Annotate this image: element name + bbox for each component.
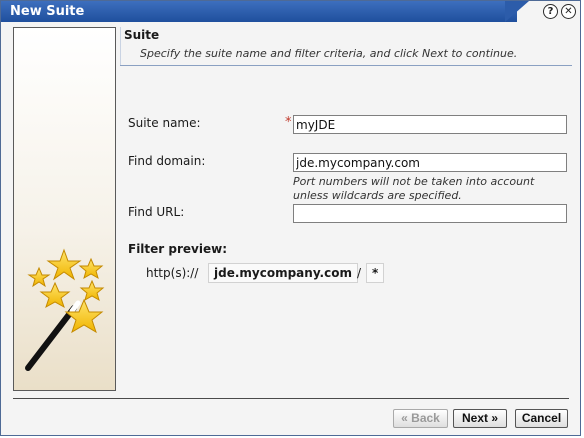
domain-hint: Port numbers will not be taken into acco… xyxy=(293,175,534,203)
find-domain-label: Find domain: xyxy=(128,154,206,168)
domain-hint-line-2: unless wildcards are specified. xyxy=(293,189,462,202)
suite-name-input[interactable] xyxy=(293,115,567,134)
find-url-input[interactable] xyxy=(293,204,567,223)
filter-preview-domain: jde.mycompany.com xyxy=(208,263,358,283)
find-domain-input[interactable] xyxy=(293,153,567,172)
wizard-sidebar xyxy=(13,27,116,391)
footer-divider xyxy=(13,398,569,399)
help-icon[interactable]: ? xyxy=(543,4,558,19)
window-title: New Suite xyxy=(10,4,85,19)
domain-hint-line-1: Port numbers will not be taken into acco… xyxy=(293,175,535,188)
title-bar[interactable]: New Suite ? ✕ xyxy=(1,1,580,22)
instructions-text: Specify the suite name and filter criter… xyxy=(140,47,518,60)
header-divider xyxy=(120,65,572,66)
filter-preview-path: * xyxy=(366,263,385,283)
next-button[interactable]: Next » xyxy=(453,409,507,428)
new-suite-dialog: New Suite ? ✕ Suite Specify the suite na… xyxy=(0,0,581,436)
filter-preview-protocol: http(s):// xyxy=(146,266,199,280)
find-url-label: Find URL: xyxy=(128,205,185,219)
back-button[interactable]: « Back xyxy=(393,409,448,428)
close-icon[interactable]: ✕ xyxy=(561,4,576,19)
suite-name-label: Suite name: xyxy=(128,116,201,130)
filter-preview-separator: / xyxy=(357,266,362,280)
magic-wand-with-stars-icon xyxy=(25,248,105,371)
section-title: Suite xyxy=(124,28,160,42)
cancel-button[interactable]: Cancel xyxy=(515,409,568,428)
title-bar-notch xyxy=(505,1,529,22)
header-divider-vertical xyxy=(120,27,121,65)
required-marker: * xyxy=(285,115,292,130)
filter-preview-label: Filter preview: xyxy=(128,242,227,256)
